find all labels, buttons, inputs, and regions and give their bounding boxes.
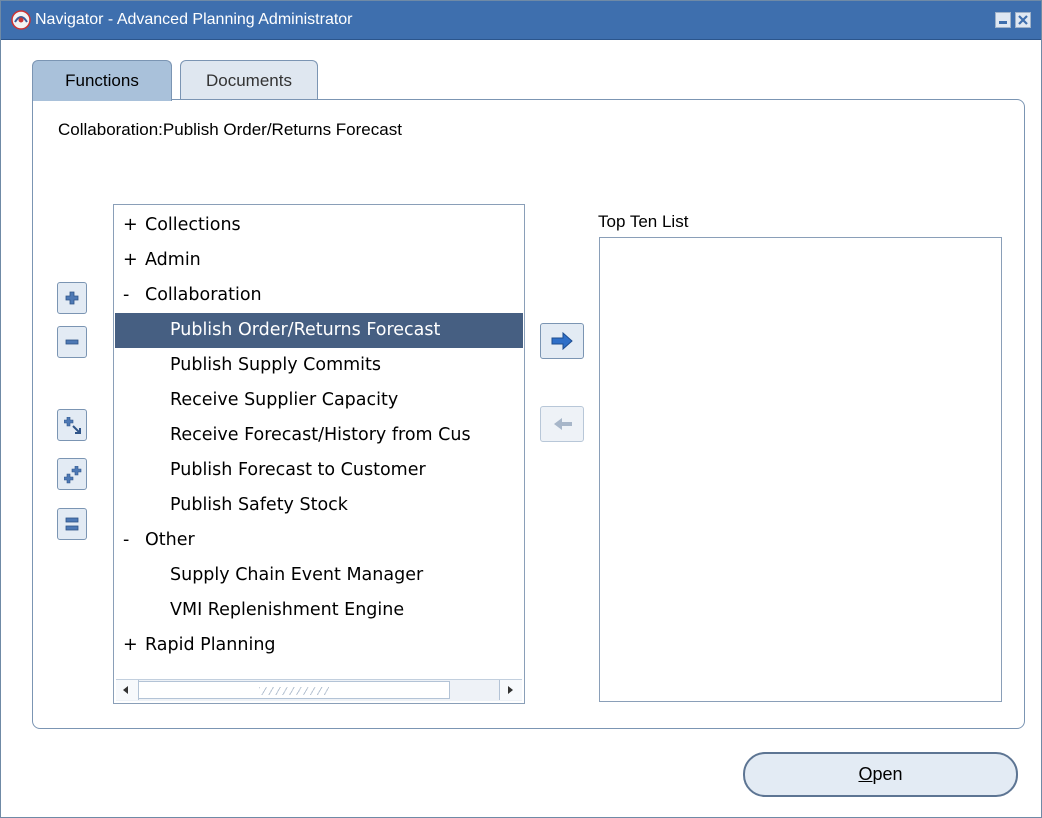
- tree-item-label: Publish Safety Stock: [170, 495, 348, 515]
- close-icon[interactable]: [1015, 12, 1031, 28]
- plus-icon: [65, 291, 79, 305]
- tree-item[interactable]: Publish Supply Commits: [115, 348, 523, 383]
- tree-item[interactable]: + Admin: [115, 243, 523, 278]
- remove-from-top-ten-button[interactable]: [540, 406, 584, 442]
- tree-item-label: Collaboration: [145, 285, 262, 305]
- expand-branch-button[interactable]: [57, 409, 87, 441]
- tree-item-label: Admin: [145, 250, 201, 270]
- arrow-left-icon: [554, 418, 572, 430]
- tree-item-label: Publish Order/Returns Forecast: [170, 320, 441, 340]
- tree-item-label: Publish Supply Commits: [170, 355, 381, 375]
- tree-item[interactable]: Supply Chain Event Manager: [115, 558, 523, 593]
- tab-functions-label: Functions: [65, 71, 139, 90]
- expand-all-icon: [64, 466, 82, 484]
- expand-all-button[interactable]: [57, 458, 87, 490]
- minimize-icon[interactable]: [995, 12, 1011, 28]
- tree-item-label: Receive Forecast/History from Cus: [170, 425, 471, 445]
- horizontal-scrollbar[interactable]: [116, 679, 522, 701]
- collapse-button[interactable]: [57, 326, 87, 358]
- open-mnemonic: O: [858, 764, 873, 784]
- open-label-rest: pen: [872, 764, 903, 784]
- collapse-node-icon[interactable]: -: [123, 523, 129, 558]
- tree-item[interactable]: Receive Supplier Capacity: [115, 383, 523, 418]
- oracle-app-icon: [11, 10, 31, 30]
- tree-item-label: Other: [145, 530, 195, 550]
- top-ten-list[interactable]: [599, 237, 1002, 702]
- expand-node-icon[interactable]: +: [123, 243, 138, 278]
- collapse-node-icon[interactable]: -: [123, 278, 129, 313]
- scroll-grip: [259, 687, 329, 695]
- tree-item[interactable]: Publish Forecast to Customer: [115, 453, 523, 488]
- arrow-right-icon: [551, 332, 573, 350]
- tree-item[interactable]: - Collaboration: [115, 278, 523, 313]
- collapse-all-button[interactable]: [57, 508, 87, 540]
- tree-item-label: VMI Replenishment Engine: [170, 600, 405, 620]
- scroll-left-button[interactable]: [116, 680, 139, 700]
- function-tree[interactable]: + Collections + Admin - Collaboration Publish …: [113, 204, 525, 704]
- minus-icon: [65, 339, 79, 345]
- tree-item-label: Supply Chain Event Manager: [170, 565, 424, 585]
- tree-item-label: Collections: [145, 215, 241, 235]
- tree-item[interactable]: Publish Order/Returns Forecast: [115, 313, 523, 348]
- tab-documents-label: Documents: [206, 70, 292, 90]
- tree-item[interactable]: - Other: [115, 523, 523, 558]
- expand-button[interactable]: [57, 282, 87, 314]
- tree-item[interactable]: VMI Replenishment Engine: [115, 593, 523, 628]
- window-title: Navigator - Advanced Planning Administra…: [35, 11, 353, 28]
- collapse-all-icon: [65, 517, 79, 531]
- title-bar[interactable]: Navigator - Advanced Planning Administra…: [1, 1, 1041, 40]
- tree-item[interactable]: + Collections: [115, 208, 523, 243]
- expand-node-icon[interactable]: +: [123, 628, 138, 663]
- tree-item-label: Rapid Planning: [145, 635, 276, 655]
- open-button[interactable]: Open: [743, 752, 1018, 797]
- tab-functions[interactable]: Functions: [32, 60, 172, 101]
- scroll-thumb[interactable]: [138, 681, 450, 699]
- add-to-top-ten-button[interactable]: [540, 323, 584, 359]
- scroll-right-button[interactable]: [499, 680, 522, 700]
- top-ten-label: Top Ten List: [598, 212, 689, 231]
- tree-item-label: Publish Forecast to Customer: [170, 460, 426, 480]
- tree-item[interactable]: Receive Forecast/History from Cus: [115, 418, 523, 453]
- expand-node-icon[interactable]: +: [123, 208, 138, 243]
- breadcrumb: Collaboration:Publish Order/Returns Fore…: [58, 120, 402, 139]
- tree-item-label: Receive Supplier Capacity: [170, 390, 399, 410]
- tab-documents[interactable]: Documents: [180, 60, 318, 100]
- expand-branch-icon: [64, 417, 81, 434]
- tree-item[interactable]: Publish Safety Stock: [115, 488, 523, 523]
- arrow-left-icon: [123, 686, 128, 694]
- tree-item[interactable]: + Rapid Planning: [115, 628, 523, 663]
- arrow-right-icon: [508, 686, 513, 694]
